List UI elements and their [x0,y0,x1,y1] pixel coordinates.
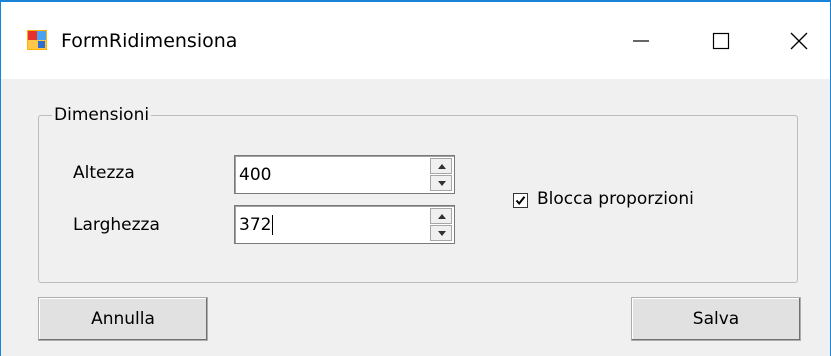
close-button[interactable] [769,2,829,79]
title-bar[interactable]: FormRidimensiona [1,2,830,79]
text-caret [272,215,274,235]
close-icon [790,32,808,49]
larghezza-value[interactable]: 372 [239,215,271,235]
groupbox-legend: Dimensioni [52,105,152,125]
window-title: FormRidimensiona [61,30,238,52]
altezza-spin-down-button[interactable] [430,175,452,191]
maximize-button[interactable] [691,2,751,79]
larghezza-spinner[interactable] [430,208,452,241]
minimize-button[interactable] [611,2,671,79]
larghezza-spin-down-button[interactable] [430,225,452,241]
save-button[interactable]: Salva [631,297,801,341]
minimize-icon [633,39,649,42]
lock-proportions-label[interactable]: Blocca proporzioni [537,189,694,209]
altezza-spinner[interactable] [430,158,452,191]
larghezza-value-wrap[interactable]: 372 [239,215,274,235]
arrow-up-icon [438,214,446,219]
client-area: Dimensioni Altezza 400 Larghezza 372 Blo… [1,79,830,356]
checkbox-box[interactable] [513,193,528,208]
altezza-spin-up-button[interactable] [430,158,452,174]
larghezza-numeric-input[interactable]: 372 [234,205,455,244]
save-button-label: Salva [692,309,740,329]
cancel-button[interactable]: Annulla [38,297,208,341]
form-window: FormRidimensiona Dimensioni Altezza 400 [0,0,831,356]
altezza-value[interactable]: 400 [239,165,271,185]
checkmark-icon [515,196,526,206]
arrow-down-icon [438,181,446,186]
form-app-icon [27,30,47,50]
arrow-up-icon [438,164,446,169]
altezza-label: Altezza [73,163,135,183]
cancel-button-label: Annulla [91,309,155,329]
larghezza-spin-up-button[interactable] [430,208,452,224]
larghezza-label: Larghezza [73,215,160,235]
arrow-down-icon [438,231,446,236]
maximize-icon [712,32,730,49]
altezza-numeric-input[interactable]: 400 [234,155,455,194]
